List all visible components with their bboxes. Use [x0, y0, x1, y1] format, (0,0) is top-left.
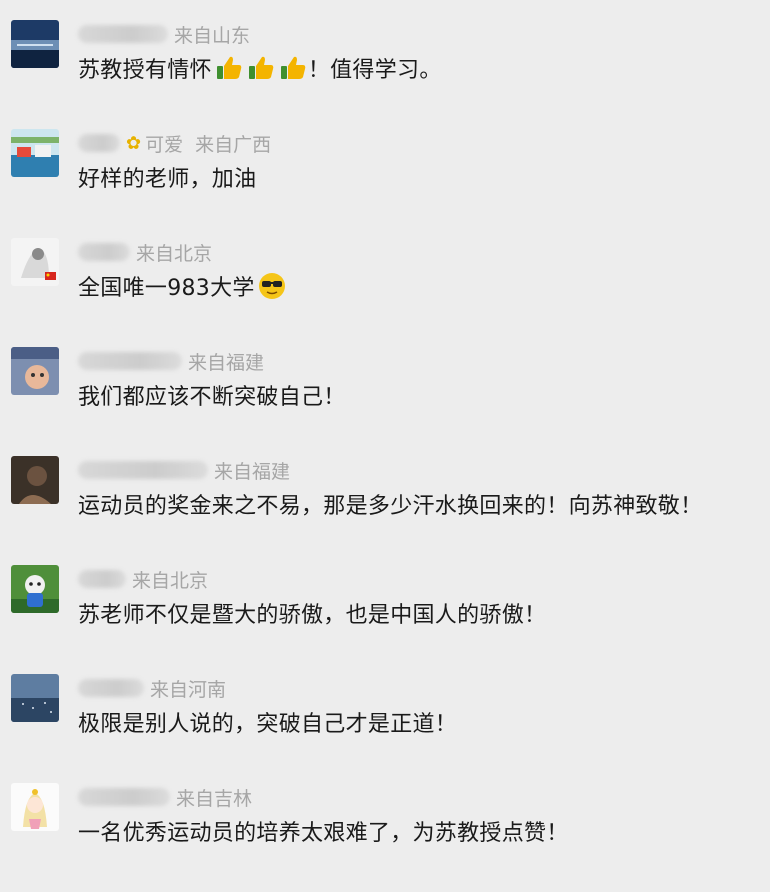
- avatar[interactable]: [11, 347, 59, 395]
- thumbs-up-icon: [278, 53, 308, 83]
- comment-text-suffix: ！值得学习。: [307, 58, 442, 83]
- location-label: 来自福建: [214, 460, 291, 483]
- location-label: 来自北京: [132, 569, 209, 592]
- nickname-redacted: [78, 461, 208, 479]
- comment-text: 极限是别人说的，突破自己才是正道！: [78, 712, 458, 737]
- sunglasses-face-icon: [257, 271, 287, 301]
- avatar[interactable]: [11, 20, 59, 68]
- thumbs-up-icon: [214, 53, 244, 83]
- avatar[interactable]: [11, 674, 59, 722]
- comment-item[interactable]: 来自北京 苏老师不仅是暨大的骄傲，也是中国人的骄傲！: [0, 565, 770, 674]
- comment-item[interactable]: ✿ 可爱 来自广西 好样的老师，加油: [0, 129, 770, 238]
- avatar[interactable]: [11, 456, 59, 504]
- avatar[interactable]: [11, 238, 59, 286]
- location-label: 来自山东: [174, 24, 251, 47]
- nickname-redacted: [78, 352, 182, 370]
- nickname-label: 可爱: [145, 133, 184, 156]
- comment-item[interactable]: 来自福建 我们都应该不断突破自己！: [0, 347, 770, 456]
- comment-item[interactable]: 来自河南 极限是别人说的，突破自己才是正道！: [0, 674, 770, 783]
- nickname-redacted: [78, 788, 170, 806]
- comment-text: 我们都应该不断突破自己！: [78, 385, 346, 410]
- location-label: 来自河南: [150, 678, 227, 701]
- comment-text: 苏教授有情怀: [78, 58, 212, 83]
- comment-text: 运动员的奖金来之不易，那是多少汗水换回来的！向苏神致敬！: [78, 494, 703, 519]
- comment-item[interactable]: 来自吉林 一名优秀运动员的培养太艰难了，为苏教授点赞！: [0, 783, 770, 892]
- comment-text: 好样的老师，加油: [78, 167, 257, 192]
- comment-item[interactable]: 来自北京 全国唯一983大学: [0, 238, 770, 347]
- location-label: 来自吉林: [176, 787, 253, 810]
- nickname-redacted: [78, 25, 168, 43]
- location-label: 来自北京: [136, 242, 213, 265]
- nickname-redacted: [78, 570, 126, 588]
- comment-item[interactable]: 来自福建 运动员的奖金来之不易，那是多少汗水换回来的！向苏神致敬！: [0, 456, 770, 565]
- nickname-redacted: [78, 679, 144, 697]
- sunflower-icon: ✿: [126, 132, 142, 154]
- comment-item[interactable]: 来自山东 苏教授有情怀 ！值得学习。: [0, 20, 770, 129]
- comment-text: 全国唯一983大学: [78, 276, 255, 301]
- nickname-redacted: [78, 134, 120, 152]
- location-label: 来自福建: [188, 351, 265, 374]
- comment-text: 一名优秀运动员的培养太艰难了，为苏教授点赞！: [78, 821, 569, 846]
- comment-list: 来自山东 苏教授有情怀 ！值得学习。 ✿ 可爱 来自广西 好样的老师，加油 来自…: [0, 0, 770, 869]
- thumbs-up-icon: [246, 53, 276, 83]
- avatar[interactable]: [11, 129, 59, 177]
- comment-text: 苏老师不仅是暨大的骄傲，也是中国人的骄傲！: [78, 603, 547, 628]
- nickname-redacted: [78, 243, 130, 261]
- avatar[interactable]: [11, 783, 59, 831]
- avatar[interactable]: [11, 565, 59, 613]
- location-label: 来自广西: [195, 133, 272, 156]
